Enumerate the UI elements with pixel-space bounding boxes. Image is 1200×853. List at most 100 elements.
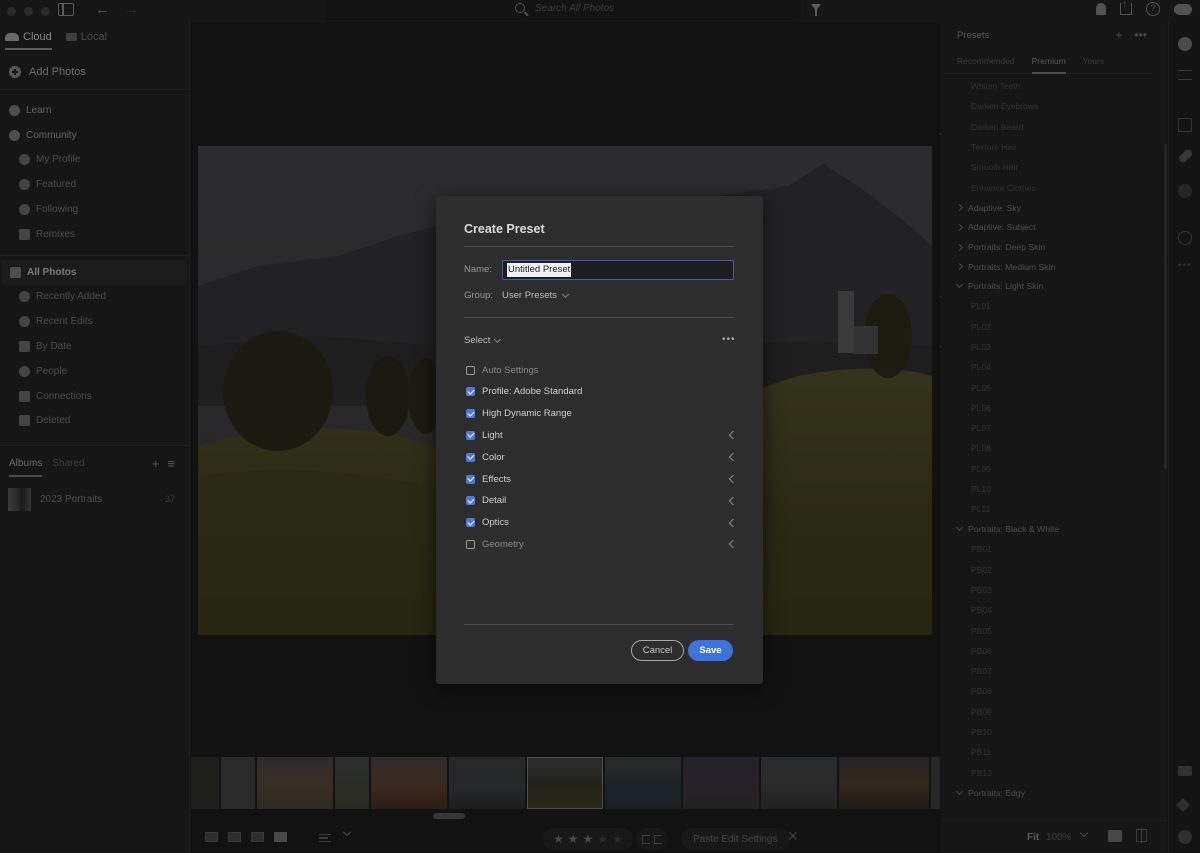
checkbox[interactable] bbox=[466, 496, 475, 506]
help-icon[interactable]: ? bbox=[1146, 2, 1160, 16]
star-icon[interactable]: ★ bbox=[612, 832, 623, 846]
sidebar-item-deleted[interactable]: Deleted 3 bbox=[0, 408, 1167, 434]
before-after-icon[interactable] bbox=[1136, 828, 1147, 843]
preset-group[interactable]: Adaptive: Subject bbox=[941, 217, 1167, 237]
filmstrip-thumbnail[interactable] bbox=[839, 757, 929, 809]
sort-albums-icon[interactable]: ≡ bbox=[167, 456, 175, 471]
star-icon[interactable]: ★ bbox=[568, 832, 579, 846]
chevron-left-icon[interactable] bbox=[728, 431, 738, 440]
tab-yours[interactable]: Yours bbox=[1083, 56, 1104, 66]
chevron-left-icon[interactable] bbox=[728, 474, 738, 484]
back-arrow-icon[interactable]: ← bbox=[95, 1, 110, 18]
preset-item[interactable]: Texture Hair bbox=[941, 137, 1167, 157]
maximize-window-button[interactable] bbox=[41, 6, 50, 16]
sidebar-item-people[interactable]: People bbox=[0, 359, 189, 384]
preset-item[interactable]: PL07 bbox=[941, 418, 1167, 438]
preset-item[interactable]: Enhance Clothes bbox=[941, 177, 1167, 197]
tab-recommended[interactable]: Recommended bbox=[957, 56, 1015, 66]
sidebar-item-following[interactable]: Following bbox=[0, 197, 189, 222]
preset-item[interactable]: PL04 bbox=[941, 357, 1167, 377]
option-row[interactable]: Profile: Adobe Standard bbox=[466, 384, 736, 400]
more-options-icon[interactable]: ••• bbox=[722, 334, 736, 345]
healing-bandage-icon[interactable] bbox=[1177, 147, 1194, 165]
select-dropdown[interactable]: Select bbox=[464, 335, 502, 346]
preset-item[interactable]: Darken Eyebrows bbox=[941, 96, 1167, 116]
checkbox[interactable] bbox=[466, 452, 475, 462]
sidebar-item-featured[interactable]: Featured bbox=[0, 172, 189, 197]
info-icon[interactable] bbox=[1178, 830, 1192, 844]
bell-icon[interactable] bbox=[1096, 3, 1106, 15]
option-row[interactable]: Color bbox=[466, 449, 738, 465]
preset-item[interactable]: PB11 bbox=[941, 742, 1167, 762]
checkbox[interactable] bbox=[466, 387, 475, 397]
preset-item[interactable]: PL11 bbox=[941, 499, 1167, 519]
album-item[interactable]: 2023 Portraits 37 bbox=[0, 483, 189, 515]
sidebar-item-recent-edits[interactable]: Recent Edits bbox=[0, 309, 189, 334]
cloud-sync-icon[interactable] bbox=[1174, 3, 1192, 15]
compare-view-button[interactable] bbox=[251, 832, 264, 842]
presets-scrollbar[interactable] bbox=[1164, 144, 1167, 469]
tab-shared[interactable]: Shared bbox=[52, 458, 84, 469]
checkbox[interactable] bbox=[466, 518, 475, 528]
chevron-left-icon[interactable] bbox=[728, 452, 738, 462]
save-button[interactable]: Save bbox=[688, 640, 733, 661]
checkbox[interactable] bbox=[466, 430, 475, 440]
comment-icon[interactable] bbox=[1178, 766, 1192, 776]
preset-group[interactable]: Portraits: Edgy bbox=[941, 783, 1167, 803]
chevron-left-icon[interactable] bbox=[728, 496, 738, 506]
preset-item[interactable]: PB10 bbox=[941, 722, 1167, 742]
sidebar-item-learn[interactable]: Learn bbox=[0, 98, 189, 123]
preset-item[interactable]: Whiten Teeth bbox=[941, 76, 1167, 96]
option-row[interactable]: Effects bbox=[466, 471, 738, 487]
preset-item[interactable]: PB07 bbox=[941, 661, 1167, 681]
option-row[interactable]: Light bbox=[466, 427, 738, 443]
preset-item[interactable]: PB09 bbox=[941, 702, 1167, 722]
option-row[interactable]: High Dynamic Range bbox=[466, 406, 736, 422]
preset-group[interactable]: Portraits: Light Skin bbox=[941, 277, 1167, 297]
add-photos-button[interactable]: Add Photos bbox=[0, 54, 189, 90]
fit-button[interactable]: Fit bbox=[1027, 832, 1039, 843]
sidebar-item-recently-added[interactable]: Recently Added bbox=[0, 284, 1167, 310]
filmstrip-thumbnail-selected[interactable] bbox=[527, 757, 603, 809]
checkbox[interactable] bbox=[466, 409, 475, 419]
preset-item[interactable]: PL05 bbox=[941, 377, 1167, 397]
chevron-down-icon[interactable] bbox=[342, 827, 352, 837]
option-row[interactable]: Auto Settings bbox=[466, 362, 736, 378]
pick-flag-icon[interactable] bbox=[642, 834, 650, 844]
star-icon[interactable]: ★ bbox=[597, 832, 608, 846]
search-input[interactable] bbox=[535, 3, 735, 14]
filmstrip-thumbnail[interactable] bbox=[371, 757, 447, 809]
sidebar-item-all-photos[interactable]: All Photos 278 bbox=[2, 259, 1169, 285]
versions-icon[interactable] bbox=[1178, 231, 1192, 245]
grid-small-view-button[interactable] bbox=[205, 832, 218, 842]
sidebar-item-connections[interactable]: Connections + bbox=[0, 383, 1167, 409]
preset-item[interactable]: PL02 bbox=[941, 317, 1167, 337]
grid-large-view-button[interactable] bbox=[228, 832, 241, 842]
detail-view-button[interactable] bbox=[274, 832, 287, 842]
more-options-icon[interactable]: ••• bbox=[1134, 28, 1147, 42]
filmstrip-thumbnail[interactable] bbox=[191, 757, 219, 809]
filmstrip-thumbnail[interactable] bbox=[335, 757, 369, 809]
preset-item[interactable]: PL03 bbox=[941, 337, 1167, 357]
crop-icon[interactable] bbox=[1178, 118, 1192, 132]
filmstrip-thumbnail[interactable] bbox=[449, 757, 525, 809]
sidebar-item-by-date[interactable]: By Date bbox=[0, 334, 1167, 359]
forward-arrow-icon[interactable]: → bbox=[124, 1, 139, 18]
star-icon[interactable]: ★ bbox=[583, 832, 594, 846]
tab-premium[interactable]: Premium bbox=[1031, 56, 1066, 74]
filmstrip-thumbnail[interactable] bbox=[221, 757, 255, 809]
close-icon[interactable]: ✕ bbox=[787, 828, 799, 845]
tab-albums[interactable]: Albums bbox=[9, 458, 43, 478]
preset-item[interactable]: PB01 bbox=[941, 539, 1167, 559]
preset-item[interactable]: PL01 bbox=[941, 296, 1167, 316]
chevron-left-icon[interactable] bbox=[728, 540, 738, 549]
preset-item[interactable]: Smooth Hair bbox=[941, 157, 1167, 177]
tab-local[interactable]: Local bbox=[65, 22, 107, 52]
preset-item[interactable]: PL10 bbox=[941, 479, 1167, 499]
preset-item[interactable]: PB04 bbox=[941, 600, 1167, 620]
sliders-icon[interactable] bbox=[1178, 70, 1192, 80]
close-window-button[interactable] bbox=[7, 6, 16, 16]
checkbox[interactable] bbox=[466, 474, 475, 484]
preset-item[interactable]: PB12 bbox=[941, 762, 1167, 782]
keyword-tag-icon[interactable] bbox=[1175, 797, 1191, 813]
